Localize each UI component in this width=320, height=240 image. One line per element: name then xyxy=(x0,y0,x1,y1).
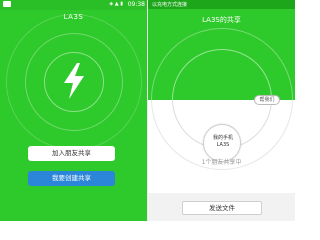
share-title: LA3S的共享 xyxy=(202,16,241,24)
help-button[interactable]: 帮我们 xyxy=(254,95,280,105)
device-name: LA3S xyxy=(216,142,230,148)
status-time: 09:38 xyxy=(127,1,145,8)
app-title: LA3S xyxy=(63,13,84,21)
friends-sharing-status: 1个朋友共享中 xyxy=(201,159,242,166)
status-bar: 以充电方式连接 xyxy=(148,0,295,9)
lightning-bolt-icon xyxy=(64,63,84,99)
header: LA3S的共享 xyxy=(148,9,295,100)
screen-start-share: ◈ ▲ ▮ 09:38 LA3S 加入朋友共享 我要创建共享 xyxy=(0,0,147,221)
status-bar: ◈ ▲ ▮ 09:38 xyxy=(0,0,147,10)
create-share-button[interactable]: 我要创建共享 xyxy=(28,171,115,186)
send-file-button[interactable]: 发送文件 xyxy=(182,201,262,215)
bottom-bar: 发送文件 xyxy=(148,193,295,221)
status-text: 以充电方式连接 xyxy=(152,2,188,8)
device-label: 我的手机 xyxy=(212,135,233,141)
status-icons: ◈ ▲ ▮ xyxy=(109,1,123,7)
notification-icon xyxy=(3,1,11,7)
screen-sharing: 以充电方式连接 LA3S的共享 帮我们 我的手机 LA3S 1个朋友共享中 发送… xyxy=(148,0,295,221)
join-share-button[interactable]: 加入朋友共享 xyxy=(28,146,115,161)
